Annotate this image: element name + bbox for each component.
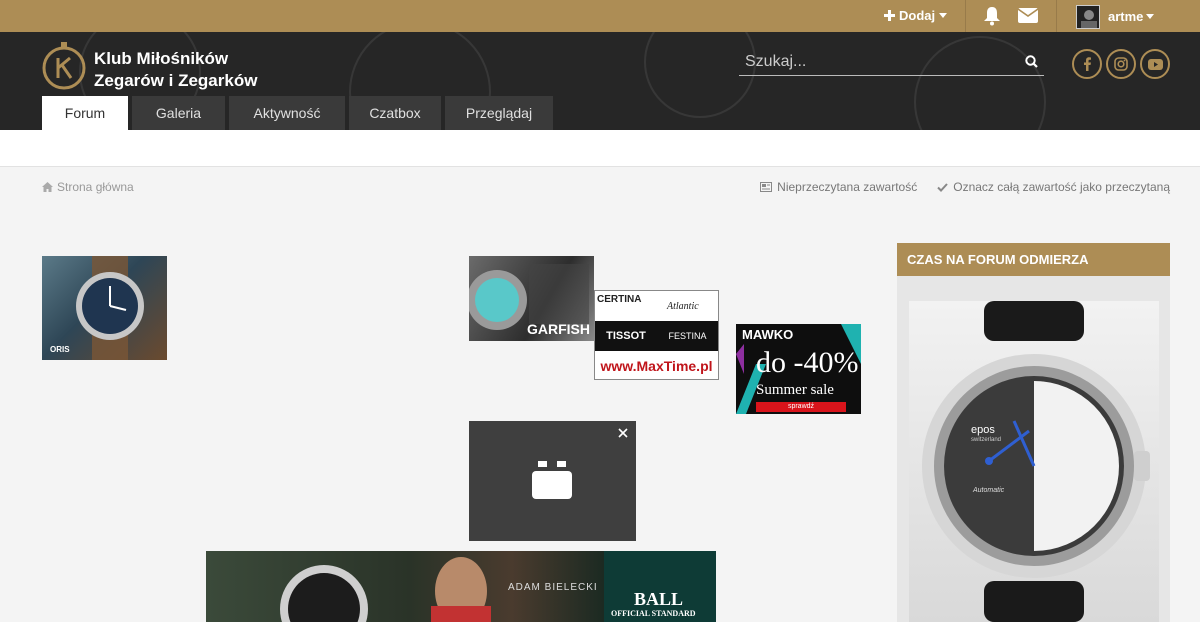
site-header: Klub Miłośników Zegarów i Zegarków Forum… — [0, 32, 1200, 130]
main-nav-tabs: Forum Galeria Aktywność Czatbox Przegląd… — [42, 96, 553, 130]
watch-automatic-text: Automatic — [973, 487, 1005, 494]
mark-all-read-label: Oznacz całą zawartość jako przeczytaną — [953, 180, 1170, 194]
divider — [965, 0, 966, 32]
site-name-line2: Zegarów i Zegarków — [94, 71, 258, 90]
site-name-line1: Klub Miłośników — [94, 49, 229, 68]
sidebar-widget-title: CZAS NA FORUM ODMIERZA — [897, 243, 1170, 276]
mail-icon — [1017, 8, 1039, 23]
ad-ball-person: ADAM BIELECKI — [508, 582, 598, 593]
ad-maxtime-brand-tissot: TISSOT — [595, 321, 657, 351]
ad-garfish-text: GARFISH — [527, 321, 590, 337]
top-bar: Dodaj artme — [0, 0, 1200, 32]
ad-oris-text: ORIS — [50, 345, 70, 354]
home-icon — [42, 182, 53, 192]
ad-banner-garfish[interactable]: GARFISH — [469, 256, 594, 341]
ad-maxtime-brand-atlantic: Atlantic — [667, 301, 699, 312]
ad-mawko-discount: do -40% — [756, 346, 859, 379]
ad-placeholder-icon — [532, 461, 572, 499]
ad-mawko-sale: Summer sale — [756, 382, 834, 398]
ad-banner-maxtime[interactable]: CERTINA Atlantic TISSOT FESTINA www.MaxT… — [594, 290, 719, 380]
search-box — [739, 50, 1044, 76]
tab-przegladaj[interactable]: Przeglądaj — [445, 96, 553, 130]
sidebar-watch-ad[interactable]: epos switzerland Automatic — [909, 301, 1159, 622]
ad-mawko-brand: MAWKO — [742, 327, 794, 342]
unread-content-label: Nieprzeczytana zawartość — [777, 180, 918, 194]
check-icon — [937, 182, 948, 192]
chevron-down-icon — [1146, 14, 1155, 19]
add-menu-label: Dodaj — [899, 8, 936, 23]
bell-icon — [984, 7, 1000, 26]
site-name[interactable]: Klub Miłośników Zegarów i Zegarków — [94, 48, 257, 92]
ad-placeholder — [469, 421, 636, 541]
watch-sub-text: switzerland — [971, 437, 1002, 443]
newspaper-icon — [760, 182, 773, 192]
ad-maxtime-url: www.MaxTime.pl — [600, 358, 713, 374]
youtube-link[interactable] — [1140, 49, 1170, 79]
tab-galeria[interactable]: Galeria — [132, 96, 225, 130]
tab-czatbox[interactable]: Czatbox — [349, 96, 441, 130]
facebook-icon — [1084, 57, 1091, 71]
search-icon — [1025, 55, 1038, 68]
breadcrumb-home-link[interactable]: Strona główna — [57, 180, 134, 194]
ad-banner-ball[interactable]: ADAM BIELECKI BALL OFFICIAL STANDARD — [206, 551, 716, 622]
instagram-icon — [1114, 57, 1128, 71]
watch-image — [922, 301, 1150, 622]
messages-button[interactable] — [1017, 8, 1039, 28]
unread-content-link[interactable]: Nieprzeczytana zawartość — [760, 180, 917, 194]
plus-icon — [884, 10, 895, 21]
content-actions: Nieprzeczytana zawartość Oznacz całą zaw… — [760, 180, 1170, 194]
watch-brand-text: epos — [971, 424, 995, 436]
username: artme — [1108, 9, 1144, 24]
youtube-icon — [1147, 58, 1163, 70]
facebook-link[interactable] — [1072, 49, 1102, 79]
tab-aktywnosc[interactable]: Aktywność — [229, 96, 345, 130]
ad-ball-brand: BALL — [634, 589, 684, 609]
pocket-watch-logo-icon — [42, 42, 86, 90]
add-menu-button[interactable]: Dodaj — [884, 8, 948, 23]
chevron-down-icon — [939, 13, 948, 18]
avatar[interactable] — [1076, 5, 1100, 29]
notifications-button[interactable] — [983, 6, 1001, 31]
site-logo[interactable] — [42, 40, 90, 95]
close-icon[interactable] — [618, 425, 628, 443]
instagram-link[interactable] — [1106, 49, 1136, 79]
sub-nav-strip — [0, 130, 1200, 167]
ad-ball-tagline: OFFICIAL STANDARD — [611, 609, 696, 618]
user-menu-button[interactable]: artme — [1108, 9, 1155, 24]
ad-banner-oris[interactable]: ORIS — [42, 256, 167, 360]
ad-maxtime-brand-festina: FESTINA — [657, 321, 718, 351]
divider — [1056, 0, 1057, 32]
tab-forum[interactable]: Forum — [42, 96, 128, 130]
search-input[interactable] — [739, 50, 1009, 74]
breadcrumb: Strona główna — [42, 180, 134, 194]
ad-mawko-cta: sprawdź — [756, 402, 846, 412]
search-button[interactable] — [1025, 55, 1038, 73]
mark-all-read-link[interactable]: Oznacz całą zawartość jako przeczytaną — [937, 180, 1170, 194]
ad-banner-mawko[interactable]: MAWKO do -40% Summer sale sprawdź — [736, 324, 861, 414]
ad-maxtime-brand-certina: CERTINA — [597, 294, 642, 305]
